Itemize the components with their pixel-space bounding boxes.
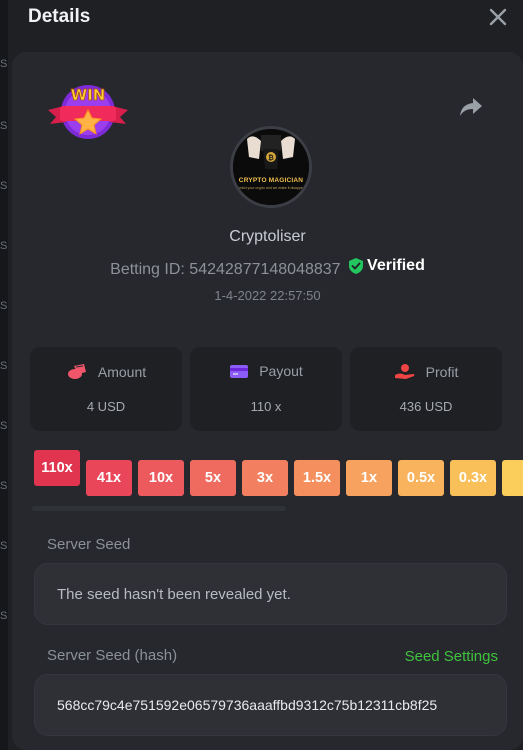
bet-details-card: WIN ₿ CRYPTO MAGICIAN predict your crypt… [12, 52, 523, 750]
server-seed-hash-field[interactable]: 568cc79c4e751592e06579736aaaffbd9312c75b… [34, 674, 507, 736]
multiplier-chip-active[interactable]: 110x [34, 450, 80, 486]
coins-icon [67, 364, 86, 379]
server-seed-hash-value: 568cc79c4e751592e06579736aaaffbd9312c75b… [57, 697, 438, 713]
background-page-strip: S S S S S S S S S S [0, 0, 8, 750]
multiplier-chip[interactable]: 3x [242, 460, 288, 496]
stat-amount: Amount 4 USD [30, 347, 182, 431]
stat-label: Profit [425, 364, 459, 380]
magician-avatar-image: ₿ [233, 129, 309, 205]
multiplier-chip[interactable] [502, 460, 523, 496]
stat-value: 110 x [250, 399, 282, 414]
multiplier-scrollbar[interactable] [32, 506, 286, 511]
stat-label: Payout [259, 363, 303, 379]
stat-profit: Profit 436 USD [350, 347, 502, 431]
verified-badge: Verified [349, 257, 425, 275]
betting-id-row: Betting ID: 54242877148048837 Verified [12, 257, 523, 279]
server-seed-hash-label: Server Seed (hash) [47, 647, 178, 664]
multiplier-chip[interactable]: 5x [190, 460, 236, 496]
details-modal: Details WIN ₿ CRYPTO MAGICIAN predict yo… [8, 0, 523, 750]
server-seed-field[interactable]: The seed hasn't been revealed yet. [34, 563, 507, 625]
betting-id-label: Betting ID: [110, 261, 185, 278]
share-button[interactable] [458, 96, 484, 118]
username: Cryptoliser [229, 228, 306, 245]
multiplier-strip: 110x 41x 10x 5x 3x 1.5x 1x 0.5x 0.3x [34, 450, 523, 500]
close-button[interactable] [487, 6, 509, 28]
shield-check-icon [349, 258, 364, 274]
svg-text:₿: ₿ [268, 154, 274, 162]
stat-label: Amount [97, 364, 147, 380]
win-badge-icon: WIN [48, 85, 128, 139]
multiplier-chip[interactable]: 10x [138, 460, 184, 496]
betting-id-value: 54242877148048837 [189, 261, 341, 278]
modal-title: Details [28, 6, 91, 27]
multiplier-chip[interactable]: 0.5x [398, 460, 444, 496]
stat-value: 436 USD [399, 399, 453, 414]
svg-text:WIN: WIN [71, 86, 106, 104]
multiplier-chip[interactable]: 0.3x [450, 460, 496, 496]
share-arrow-icon [460, 98, 482, 116]
stat-payout: Payout 110 x [190, 347, 342, 431]
multiplier-chip[interactable]: 1x [346, 460, 392, 496]
multiplier-chip[interactable]: 1.5x [294, 460, 340, 496]
win-badge: WIN [46, 80, 130, 144]
bet-timestamp: 1-4-2022 22:57:50 [214, 288, 321, 303]
server-seed-value: The seed hasn't been revealed yet. [57, 585, 291, 603]
seed-settings-link[interactable]: Seed Settings [405, 648, 498, 665]
hand-coin-icon [394, 364, 414, 379]
verified-label: Verified [367, 257, 425, 274]
multiplier-chip[interactable]: 41x [86, 460, 132, 496]
server-seed-label: Server Seed [47, 536, 131, 553]
card-icon [230, 365, 249, 378]
close-icon [489, 8, 507, 26]
avatar: ₿ CRYPTO MAGICIAN predict your crypto an… [230, 126, 312, 208]
stat-value: 4 USD [86, 399, 126, 414]
